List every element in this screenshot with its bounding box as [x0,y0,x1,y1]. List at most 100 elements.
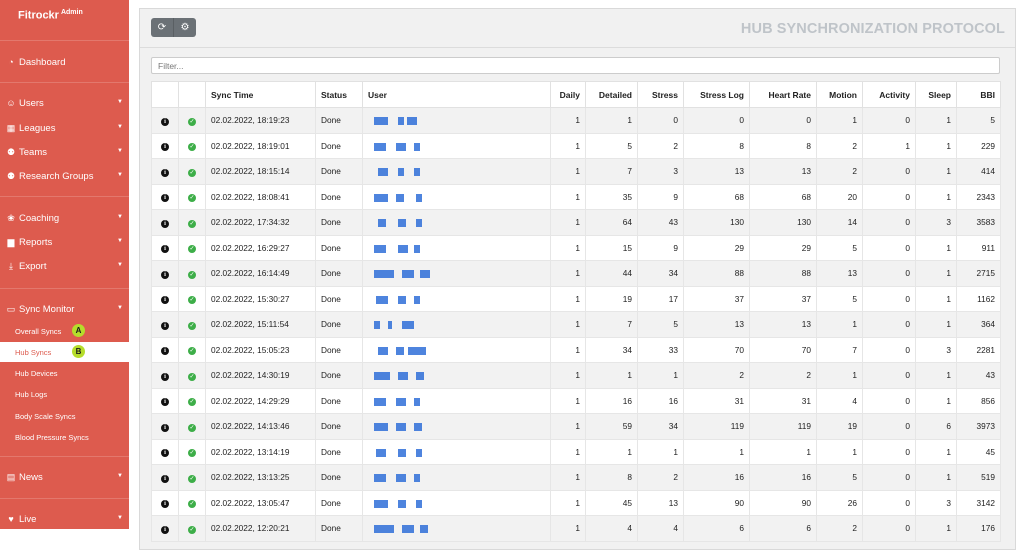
info-icon[interactable]: i [161,372,169,381]
column-header-stress[interactable]: Stress [637,81,684,108]
info-icon[interactable]: i [161,270,169,279]
column-header-heart-rate[interactable]: Heart Rate [749,81,817,108]
info-cell[interactable]: i [151,413,179,440]
info-icon[interactable]: i [161,398,169,407]
user-cell[interactable] [362,107,551,134]
info-icon[interactable]: i [161,245,169,254]
sidebar-subitem-overall-syncs[interactable]: Overall Syncs [0,321,129,341]
sidebar-item-users[interactable]: ☺ Users ▼ [0,92,129,114]
table-row[interactable]: i ✓ 02.02.2022, 18:08:41 Done 1 35 9 68 68 20 0 1 23… [151,183,1001,210]
sidebar-subitem-body-scale-syncs[interactable]: Body Scale Syncs [0,406,129,426]
info-cell[interactable]: i [151,311,179,338]
sidebar-item-reports[interactable]: ▆ Reports ▼ [0,231,129,253]
info-cell[interactable]: i [151,260,179,287]
filter-input[interactable] [151,57,1000,74]
info-cell[interactable]: i [151,158,179,185]
info-cell[interactable]: i [151,464,179,491]
sidebar-subitem-hub-logs[interactable]: Hub Logs [0,384,129,404]
table-row[interactable]: i ✓ 02.02.2022, 15:11:54 Done 1 7 5 13 13 1 0 1 364 [151,311,1001,338]
info-cell[interactable]: i [151,362,179,389]
info-icon[interactable]: i [161,525,169,534]
column-header-sync-time[interactable]: Sync Time [205,81,316,108]
column-header-motion[interactable]: Motion [816,81,863,108]
info-cell[interactable]: i [151,132,179,159]
user-cell[interactable] [362,183,551,210]
table-row[interactable]: i ✓ 02.02.2022, 16:14:49 Done 1 44 34 88 88 13 0 1 2… [151,260,1001,287]
info-cell[interactable]: i [151,285,179,312]
table-row[interactable]: i ✓ 02.02.2022, 17:34:32 Done 1 64 43 130 130 14 0… [151,209,1001,236]
user-cell[interactable] [362,132,551,159]
table-row[interactable]: i ✓ 02.02.2022, 12:20:21 Done 1 4 4 6 6 2 0 1 176 [151,515,1001,542]
sidebar-item-export[interactable]: ⤓ Export ▼ [0,255,129,277]
info-icon[interactable]: i [161,194,169,203]
column-header-activity[interactable]: Activity [862,81,916,108]
sidebar-item-teams[interactable]: ⚉ Teams ▼ [0,141,129,163]
info-icon[interactable]: i [161,143,169,152]
table-row[interactable]: i ✓ 02.02.2022, 14:13:46 Done 1 59 34 119 119 19 0… [151,413,1001,440]
brand-logo[interactable]: Fitrockr Admin [18,9,83,22]
sidebar-subitem-blood-pressure-syncs[interactable]: Blood Pressure Syncs [0,427,129,447]
table-row[interactable]: i ✓ 02.02.2022, 14:30:19 Done 1 1 1 2 2 1 0 1 43 [151,362,1001,389]
column-header-detailed[interactable]: Detailed [585,81,638,108]
user-cell[interactable] [362,464,551,491]
refresh-button[interactable]: ⟳ [151,18,173,37]
settings-button[interactable]: ⚙ [173,18,196,37]
table-row[interactable]: i ✓ 02.02.2022, 15:05:23 Done 1 34 33 70 70 7 0 3 22… [151,336,1001,363]
table-row[interactable]: i ✓ 02.02.2022, 15:30:27 Done 1 19 17 37 37 5 0 1 11… [151,285,1001,312]
table-row[interactable]: i ✓ 02.02.2022, 14:29:29 Done 1 16 16 31 31 4 0 1 85… [151,387,1001,414]
user-cell[interactable] [362,311,551,338]
info-icon[interactable]: i [161,347,169,356]
info-icon[interactable]: i [161,117,169,126]
info-cell[interactable]: i [151,438,179,465]
sidebar-item-news[interactable]: ▤ News ▼ [0,466,129,488]
user-cell[interactable] [362,234,551,261]
info-icon[interactable]: i [161,449,169,458]
sidebar-item-live[interactable]: ♥ Live ▼ [0,508,129,530]
info-cell[interactable]: i [151,183,179,210]
info-icon[interactable]: i [161,296,169,305]
table-row[interactable]: i ✓ 02.02.2022, 13:13:25 Done 1 8 2 16 16 5 0 1 519 [151,464,1001,491]
info-icon[interactable]: i [161,168,169,177]
info-cell[interactable]: i [151,515,179,542]
user-cell[interactable] [362,413,551,440]
user-cell[interactable] [362,260,551,287]
info-cell[interactable]: i [151,107,179,134]
sidebar-item-research-groups[interactable]: ⚉ Research Groups ▼ [0,165,129,187]
column-header-daily[interactable]: Daily [550,81,586,108]
table-row[interactable]: i ✓ 02.02.2022, 18:19:23 Done 1 1 0 0 0 1 0 1 5 [151,107,1001,134]
sidebar-item-sync-monitor[interactable]: ▭ Sync Monitor ▼ [0,298,129,320]
info-cell[interactable]: i [151,387,179,414]
sidebar-item-leagues[interactable]: ▦ Leagues ▼ [0,117,129,139]
column-header-user[interactable]: User [362,81,551,108]
info-cell[interactable]: i [151,336,179,363]
info-cell[interactable]: i [151,234,179,261]
sidebar-subitem-hub-devices[interactable]: Hub Devices [0,363,129,383]
user-cell[interactable] [362,209,551,236]
user-cell[interactable] [362,387,551,414]
user-cell[interactable] [362,336,551,363]
user-cell[interactable] [362,362,551,389]
user-cell[interactable] [362,158,551,185]
user-cell[interactable] [362,285,551,312]
sidebar-item-dashboard[interactable]: ◔ Dashboard [0,51,129,73]
info-icon[interactable]: i [161,474,169,483]
user-cell[interactable] [362,489,551,516]
column-header-stress-log[interactable]: Stress Log [683,81,750,108]
info-cell[interactable]: i [151,209,179,236]
info-icon[interactable]: i [161,219,169,228]
sidebar-subitem-hub-syncs[interactable]: Hub Syncs [0,342,129,362]
info-icon[interactable]: i [161,423,169,432]
table-row[interactable]: i ✓ 02.02.2022, 13:14:19 Done 1 1 1 1 1 1 0 1 45 [151,438,1001,465]
user-cell[interactable] [362,438,551,465]
table-row[interactable]: i ✓ 02.02.2022, 13:05:47 Done 1 45 13 90 90 26 0 3 3… [151,489,1001,516]
sidebar-item-coaching[interactable]: ❀ Coaching ▼ [0,207,129,229]
table-row[interactable]: i ✓ 02.02.2022, 18:19:01 Done 1 5 2 8 8 2 1 1 229 [151,132,1001,159]
info-cell[interactable]: i [151,489,179,516]
column-header-sleep[interactable]: Sleep [915,81,957,108]
user-cell[interactable] [362,515,551,542]
info-icon[interactable]: i [161,321,169,330]
table-row[interactable]: i ✓ 02.02.2022, 16:29:27 Done 1 15 9 29 29 5 0 1 911 [151,234,1001,261]
column-header-status[interactable]: Status [315,81,363,108]
info-icon[interactable]: i [161,500,169,509]
column-header-bbi[interactable]: BBI [956,81,1001,108]
